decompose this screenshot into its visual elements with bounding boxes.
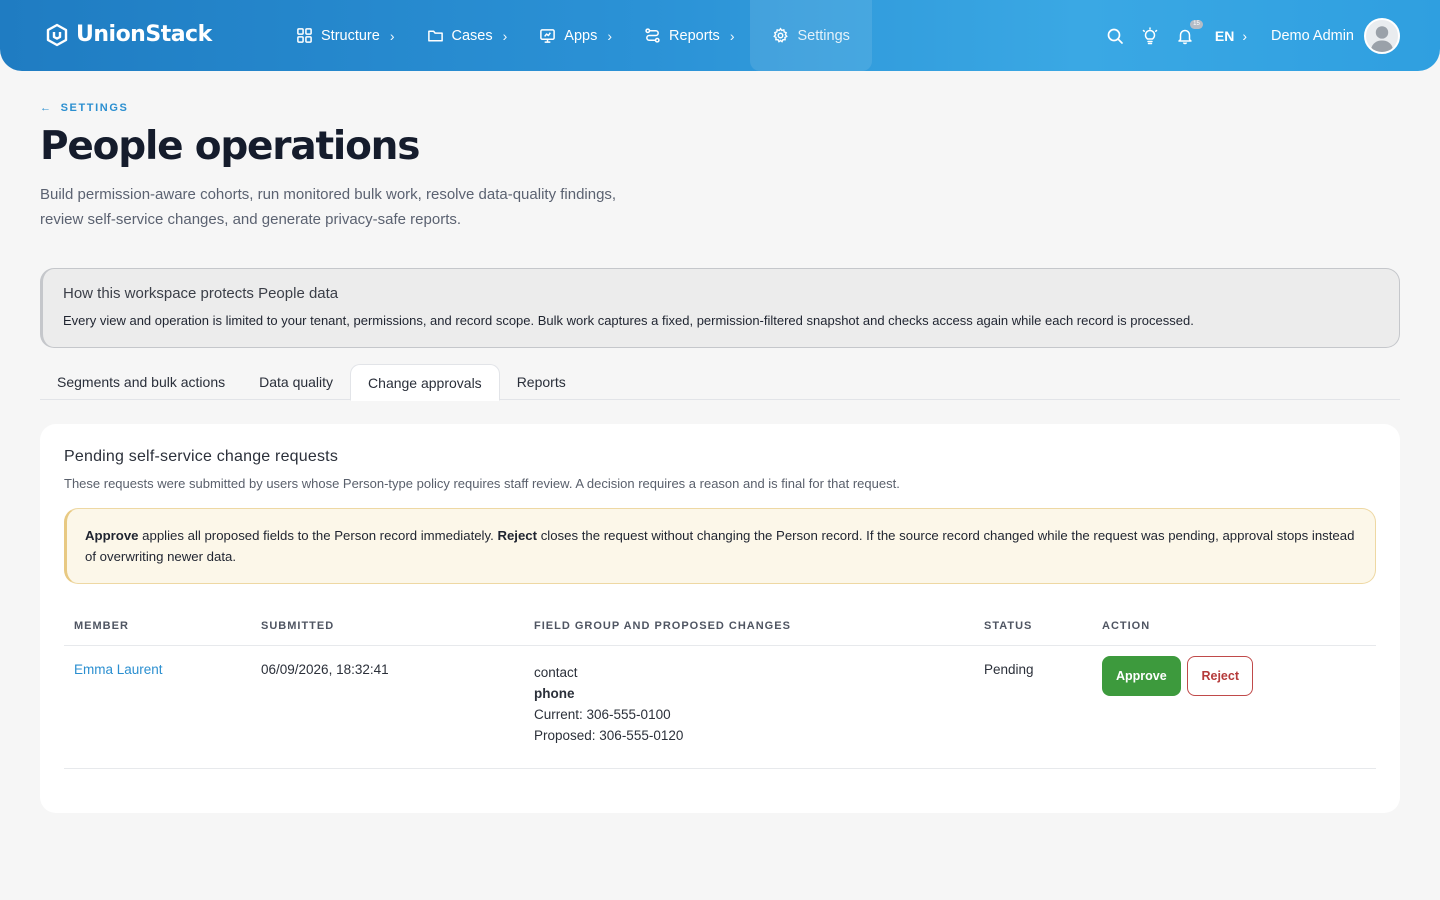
notice-reject-term: Reject [497, 528, 538, 543]
brand-name: UnionStack [76, 22, 212, 47]
changes-cell: contact phone Current: 306-555-0100 Prop… [524, 646, 974, 769]
card-description: These requests were submitted by users w… [64, 476, 900, 491]
nav-item-reports[interactable]: Reports › [628, 0, 750, 71]
language-label: EN [1214, 27, 1235, 44]
member-cell: Emma Laurent [64, 646, 251, 769]
notice-approve-term: Approve [85, 528, 139, 543]
monitor-icon [540, 29, 556, 43]
column-header-submitted: SUBMITTED [251, 606, 524, 646]
tips-button[interactable] [1140, 26, 1160, 46]
column-header-action: ACTION [1092, 606, 1376, 646]
chevron-right-icon: › [729, 27, 735, 44]
info-body: Every view and operation is limited to y… [63, 313, 1194, 328]
page-subtitle: Build permission-aware cohorts, run moni… [40, 186, 617, 228]
nav-label: Structure [321, 27, 380, 44]
arrow-left-icon: ← [40, 102, 53, 114]
column-header-changes: FIELD GROUP AND PROPOSED CHANGES [524, 606, 974, 646]
reject-button[interactable]: Reject [1187, 656, 1253, 696]
nav-item-apps[interactable]: Apps › [523, 0, 628, 71]
table-row: Emma Laurent 06/09/2026, 18:32:41 contac… [64, 646, 1376, 769]
change-requests-table: MEMBER SUBMITTED FIELD GROUP AND PROPOSE… [64, 606, 1376, 769]
nav-item-structure[interactable]: Structure › [280, 0, 411, 71]
chevron-right-icon: › [607, 27, 613, 44]
notification-count-badge: 15 [1190, 19, 1203, 29]
page-title: People operations [40, 124, 420, 169]
breadcrumb-label: SETTINGS [60, 102, 129, 114]
submitted-cell: 06/09/2026, 18:32:41 [251, 646, 524, 769]
column-header-status: STATUS [974, 606, 1092, 646]
nav-item-settings[interactable]: Settings [750, 0, 872, 71]
action-cell: Approve Reject [1092, 646, 1376, 769]
proposed-value: Proposed: 306-555-0120 [534, 728, 684, 743]
data-protection-info-panel: How this workspace protects People data … [40, 268, 1400, 348]
notifications-button[interactable]: 15 [1175, 19, 1203, 46]
chevron-right-icon: › [1242, 27, 1247, 44]
tab-change-approvals[interactable]: Change approvals [350, 364, 500, 401]
chevron-right-icon: › [389, 27, 395, 44]
chevron-right-icon: › [502, 27, 508, 44]
change-requests-card: Pending self-service change requests The… [40, 424, 1400, 813]
workspace-tabs: Segments and bulk actions Data quality C… [40, 364, 1400, 401]
search-button[interactable] [1105, 26, 1125, 46]
nav-item-cases[interactable]: Cases › [411, 0, 524, 71]
user-name[interactable]: Demo Admin [1271, 28, 1354, 44]
notice-approve-text: applies all proposed fields to the Perso… [138, 528, 498, 543]
member-link[interactable]: Emma Laurent [74, 662, 163, 677]
card-title: Pending self-service change requests [64, 448, 339, 465]
field-name: phone [534, 686, 575, 701]
nav-label: Cases [451, 27, 493, 44]
brand-logo[interactable]: UnionStack [46, 22, 212, 47]
nav-label: Reports [669, 27, 720, 44]
avatar[interactable] [1364, 17, 1400, 54]
info-heading: How this workspace protects People data [63, 285, 339, 302]
language-selector[interactable]: EN › [1215, 28, 1247, 44]
tab-data-quality[interactable]: Data quality [242, 364, 350, 400]
grid-icon [297, 28, 312, 43]
top-navigation-bar: UnionStack Structure › Cases › Apps › Re… [0, 0, 1440, 71]
unionstack-logo-icon [46, 23, 68, 46]
lightbulb-icon [1142, 26, 1158, 44]
tab-reports[interactable]: Reports [500, 364, 583, 400]
bell-icon [1178, 29, 1192, 44]
current-value: Current: 306-555-0100 [534, 707, 671, 722]
folder-icon [427, 30, 443, 42]
status-cell: Pending [974, 646, 1092, 769]
tab-segments-and-bulk-actions[interactable]: Segments and bulk actions [40, 364, 242, 400]
search-icon [1107, 28, 1123, 44]
nav-label: Settings [797, 27, 850, 44]
field-group: contact [534, 665, 578, 680]
table-header-row: MEMBER SUBMITTED FIELD GROUP AND PROPOSE… [64, 606, 1376, 646]
route-icon [645, 28, 660, 43]
nav-label: Apps [564, 27, 598, 44]
column-header-member: MEMBER [64, 606, 251, 646]
main-nav: Structure › Cases › Apps › Reports › Set… [280, 0, 872, 71]
user-avatar-icon [1370, 25, 1394, 52]
approval-notice: Approve applies all proposed fields to t… [64, 508, 1376, 584]
header-actions: 15 EN › Demo Admin [1090, 0, 1400, 71]
gear-icon [773, 27, 789, 43]
approve-button[interactable]: Approve [1102, 656, 1181, 696]
breadcrumb-back-link[interactable]: ← SETTINGS [40, 102, 128, 114]
